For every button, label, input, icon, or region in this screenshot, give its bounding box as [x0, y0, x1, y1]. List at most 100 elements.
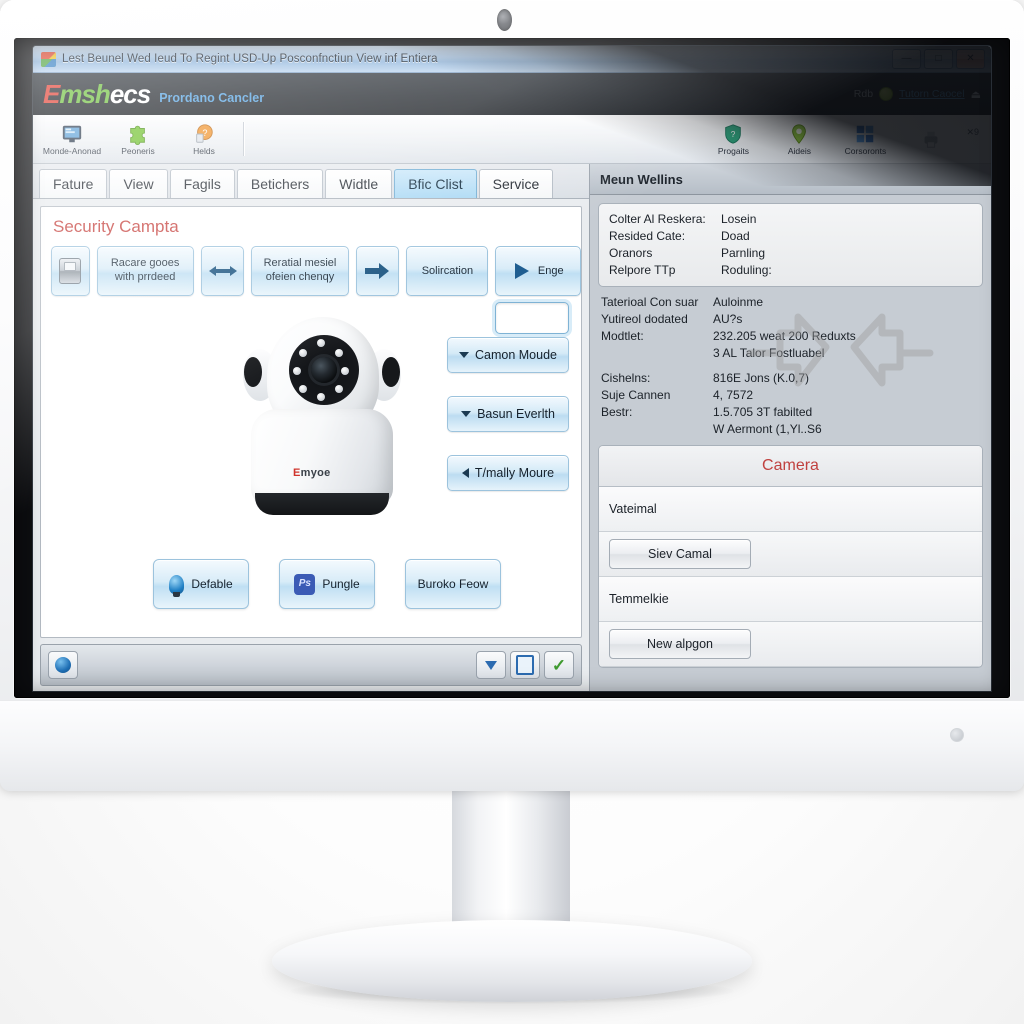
toolbar-divider — [243, 122, 244, 156]
toolbar-item-monde-anonad[interactable]: Monde-Anonad — [39, 117, 105, 161]
maximize-button[interactable]: □ — [924, 49, 953, 69]
brand-status-text: Rdb — [853, 88, 874, 100]
download-button[interactable] — [476, 651, 506, 679]
close-button[interactable]: ✕ — [956, 49, 985, 69]
tab-service[interactable]: Service — [478, 169, 554, 198]
confirm-button[interactable]: ✓ — [544, 651, 574, 679]
camera-row-vateimal: Vateimal — [599, 487, 982, 532]
power-led-icon — [950, 728, 964, 742]
info-value: Auloinme — [713, 295, 764, 309]
monitor-scene: Lest Beunel Wed Ieud To Regint USD-Up Po… — [0, 0, 1024, 1024]
camon-moude-dropdown[interactable]: Camon Moude — [447, 337, 569, 373]
toolbar-item-label: Peoneris — [121, 145, 155, 156]
photoshop-icon: Ps — [294, 573, 316, 595]
defable-button[interactable]: Defable — [153, 559, 249, 609]
brand-link[interactable]: Tutorn Caocel — [899, 88, 965, 100]
info-key: Resided Cate: — [609, 229, 686, 243]
info-row — [601, 362, 980, 370]
right-arrow-icon — [365, 263, 390, 279]
toolbar-close-mark[interactable]: ✕9 — [966, 127, 979, 138]
ir-led-icon — [299, 349, 307, 357]
info-key — [601, 345, 713, 362]
toolbar-item-label: Helds — [193, 145, 215, 156]
info-value: 1.5.705 3T fabilted — [713, 405, 813, 419]
tmally-moure-dropdown[interactable]: T/mally Moure — [447, 455, 569, 491]
tab-betichers[interactable]: Betichers — [236, 169, 324, 198]
enge-button[interactable]: Enge — [495, 246, 581, 296]
tab-widtle[interactable]: Widtle — [325, 169, 393, 198]
ir-led-icon — [335, 349, 343, 357]
play-icon — [514, 263, 529, 279]
info-row: Suje Cannen 4, 7572 — [601, 387, 980, 404]
camera-row-siev-camal: Siev Camal — [599, 532, 982, 577]
status-globe-button[interactable] — [48, 651, 78, 679]
new-alpgon-button[interactable]: New alpgon — [609, 629, 751, 659]
info-key: Oranors — [609, 246, 653, 260]
toolbar-item-corsoronts[interactable]: Corsoronts — [832, 117, 898, 161]
toolbar-item-helds[interactable]: ? Helds — [171, 117, 237, 161]
basun-everlth-dropdown[interactable]: Basun Everlth — [447, 396, 569, 432]
status-actions: ✓ — [476, 651, 574, 679]
tab-fagils[interactable]: Fagils — [169, 169, 235, 198]
windows-apps-icon — [857, 125, 874, 142]
shield-icon: ? — [725, 123, 742, 144]
camera-section-title: Camera — [599, 446, 982, 487]
toolbar-item-peoneris[interactable]: Peoneris — [105, 117, 171, 161]
logo-part-ecs: ecs — [109, 79, 151, 109]
brand-header: Emshecs Prordano Cancler Rdb Tutorn Caoc… — [33, 73, 991, 115]
pungle-button[interactable]: Ps Pungle — [279, 559, 375, 609]
tab-fature[interactable]: Fature — [39, 169, 108, 198]
info-row: Relpore TTp Roduling: — [609, 262, 972, 279]
info-value: Doad — [721, 229, 750, 243]
info-key — [601, 421, 713, 438]
info-key: Relpore TTp — [609, 263, 676, 277]
info-row: Oranors Parnling — [609, 245, 972, 262]
caret-down-icon — [459, 352, 469, 358]
toolbar-item-aideis[interactable]: Aideis — [766, 117, 832, 161]
toolbar-item-progaits[interactable]: ? Progaits — [700, 117, 766, 161]
tab-bfic-clist[interactable]: Bfic Clist — [394, 169, 477, 198]
security-camera-image: Emyoe — [237, 317, 407, 532]
globe-icon — [55, 657, 71, 673]
info-key: Bestr: — [601, 405, 633, 419]
ir-led-icon — [317, 393, 325, 401]
small-text-input[interactable] — [495, 302, 569, 334]
window-titlebar: Lest Beunel Wed Ieud To Regint USD-Up Po… — [33, 46, 991, 73]
brand-status-area: Rdb Tutorn Caocel ⏏ — [854, 87, 981, 101]
left-right-arrow-button[interactable] — [200, 246, 245, 296]
racare-gooes-button[interactable]: Racare gooes with prrdeed — [96, 246, 194, 296]
application-window: Lest Beunel Wed Ieud To Regint USD-Up Po… — [32, 45, 992, 692]
monitor-lower-bezel — [0, 700, 1024, 791]
info-value: 3 AL Talor Fostluabel — [713, 346, 825, 360]
left-right-arrow-icon — [208, 266, 237, 276]
book-button[interactable] — [510, 651, 540, 679]
toolbar-item-printer[interactable] — [898, 117, 964, 161]
camera-base — [255, 493, 389, 515]
dropdown-column: Camon Moude Basun Everlth T/mally Moure — [447, 337, 569, 491]
buroko-feow-button[interactable]: Buroko Feow — [405, 559, 501, 609]
camera-body — [251, 409, 393, 505]
tab-view[interactable]: View — [109, 169, 168, 198]
right-panel-body: Colter Al Reskera: Losein Resided Cate: … — [590, 195, 991, 691]
info-key: Suje Cannen — [601, 388, 671, 402]
toolbar-item-label: Corsoronts — [844, 145, 887, 156]
siev-camal-button[interactable]: Siev Camal — [609, 539, 751, 569]
bulb-icon — [169, 574, 185, 597]
right-arrow-button[interactable] — [355, 246, 400, 296]
info-row: Colter Al Reskera: Losein — [609, 211, 972, 228]
info-value: 4, 7572 — [713, 388, 754, 402]
info-panel-2: Taterioal Con suar Auloinme Yutireol dod… — [598, 294, 983, 438]
info-row: Yutireol dodated AU?s — [601, 311, 980, 328]
eject-icon[interactable]: ⏏ — [971, 88, 981, 101]
main-toolbar: Monde-Anonad Peoneris ? Helds ? Progaits… — [33, 115, 991, 164]
logo-part-e: E — [43, 79, 60, 109]
solircation-button[interactable]: Solircation — [406, 246, 489, 296]
reratial-mesiel-button[interactable]: Reratial mesiel ofeien chenqy — [251, 246, 349, 296]
logo-part-msh: msh — [59, 79, 110, 109]
bottom-button-row: Defable Ps Pungle Buroko Feow — [153, 559, 501, 609]
ir-led-icon — [317, 339, 325, 347]
info-row: Resided Cate: Doad — [609, 228, 972, 245]
drive-button[interactable] — [51, 246, 90, 296]
left-pane: Fature View Fagils Betichers Widtle Bfic… — [33, 164, 589, 691]
minimize-button[interactable]: — — [892, 49, 921, 69]
